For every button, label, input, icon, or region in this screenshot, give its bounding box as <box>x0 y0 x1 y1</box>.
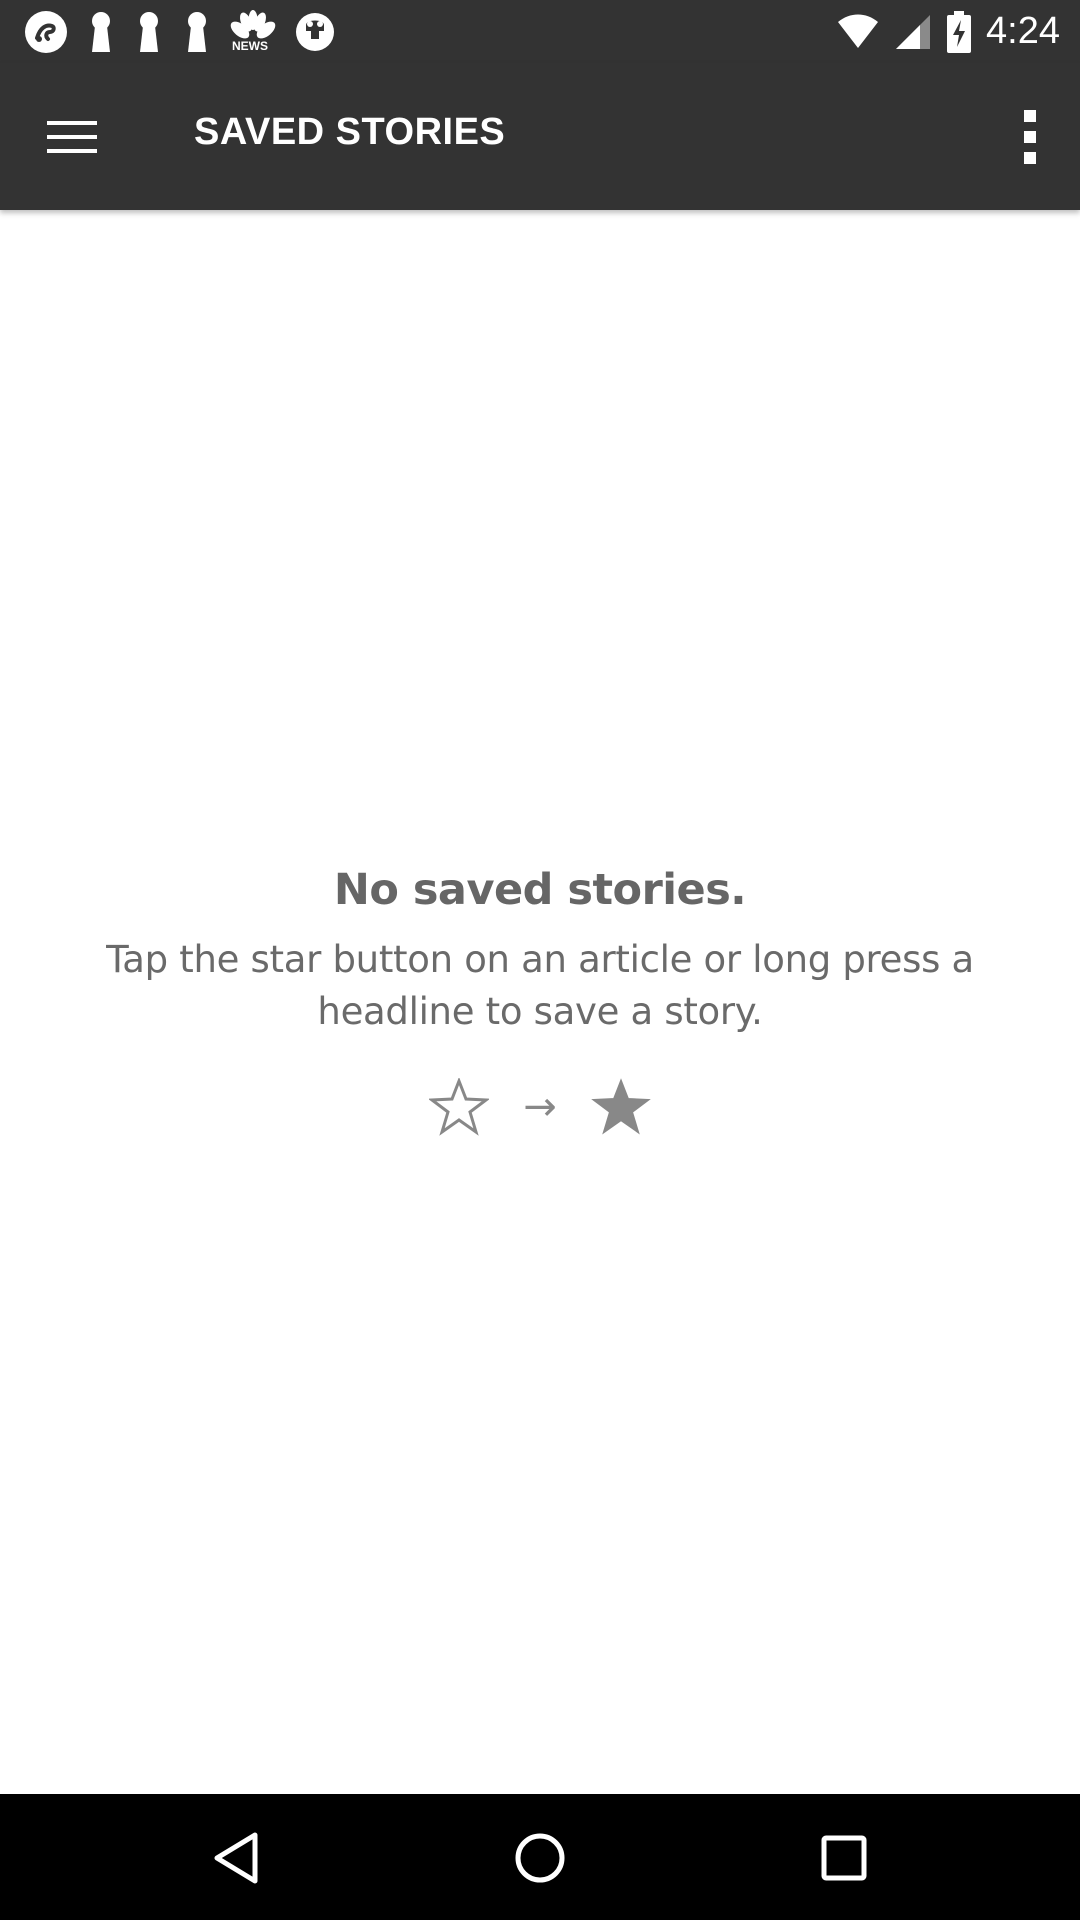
battery-charging-icon <box>947 10 972 53</box>
cell-signal-icon <box>896 14 931 49</box>
navigation-menu-button[interactable] <box>28 101 116 173</box>
empty-state: No saved stories. Tap the star button on… <box>0 858 1080 1136</box>
keyhole-icon <box>140 12 158 52</box>
empty-state-description: Tap the star button on an article or lon… <box>106 938 974 1033</box>
nbc-news-icon: NEWS <box>230 10 276 54</box>
nbc-news-label: NEWS <box>232 39 268 53</box>
empty-state-title: No saved stories. <box>333 865 747 915</box>
star-filled-icon <box>590 1078 651 1135</box>
app-toolbar: SAVED STORIES <box>0 63 1080 210</box>
star-hint: → <box>0 1078 1080 1136</box>
keyhole-icon <box>92 12 110 52</box>
back-icon <box>214 1832 258 1884</box>
recents-icon <box>821 1835 867 1881</box>
status-time: 4:24 <box>986 10 1060 52</box>
news-app-icon <box>296 13 334 51</box>
star-outline-icon <box>429 1078 490 1136</box>
page-title: SAVED STORIES <box>194 111 506 153</box>
home-icon <box>515 1833 565 1883</box>
overflow-menu-button[interactable] <box>994 101 1066 173</box>
system-navigation-bar <box>0 1794 1080 1920</box>
hamburger-menu-icon <box>47 121 97 153</box>
app-logo-icon <box>25 11 67 53</box>
notification-icons: NEWS <box>24 10 336 54</box>
status-bar: NEWS 4:24 <box>0 0 1080 63</box>
home-button[interactable] <box>504 1822 576 1894</box>
keyhole-icon <box>188 12 206 52</box>
back-button[interactable] <box>200 1822 272 1894</box>
more-vert-icon <box>1024 110 1036 164</box>
wifi-icon <box>838 14 879 48</box>
recents-button[interactable] <box>808 1822 880 1894</box>
system-icons: 4:24 <box>836 0 1060 63</box>
arrow-label: → <box>523 1084 557 1130</box>
